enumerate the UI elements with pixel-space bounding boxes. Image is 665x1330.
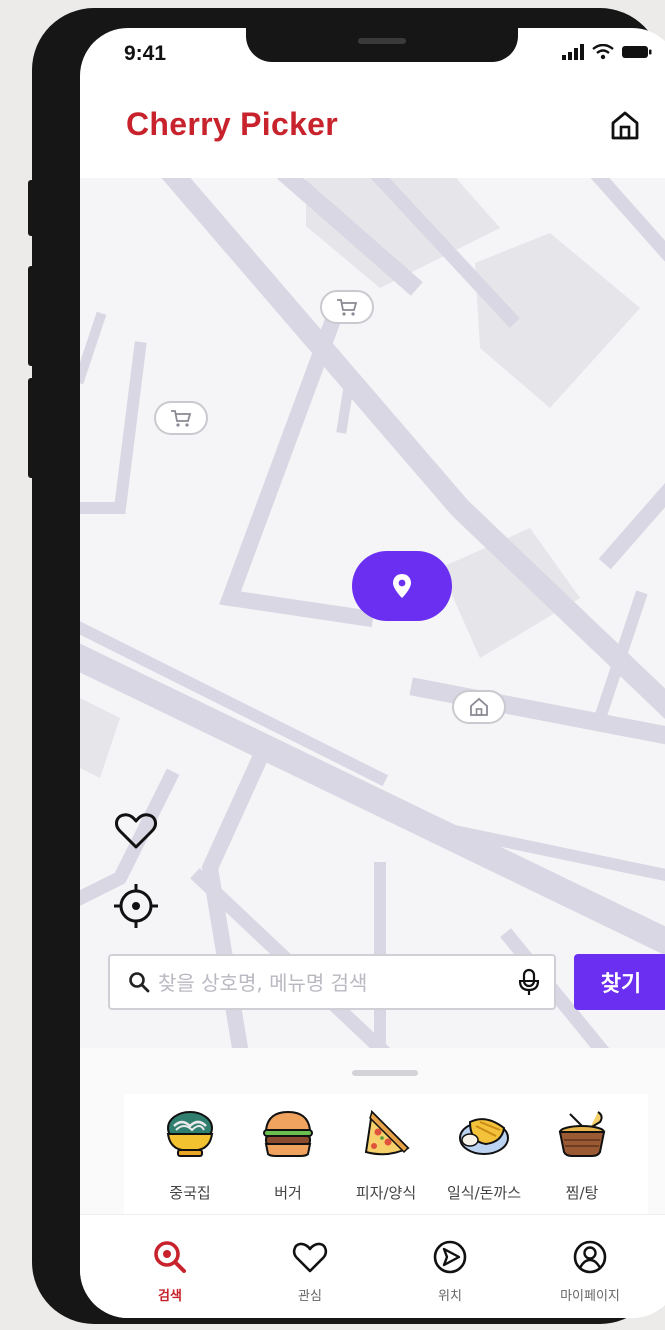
app-header: Cherry Picker: [80, 88, 665, 180]
locate-me-button[interactable]: [112, 882, 160, 930]
category-item-japanese[interactable]: 일식/돈까스: [438, 1094, 530, 1218]
category-item-chinese[interactable]: 중국집: [144, 1094, 236, 1218]
signal-icon: [562, 44, 584, 60]
device-notch: [246, 28, 518, 62]
phone-frame: 9:41 Cherry Picker 찾을 상호명, 메뉴명 검색 찾기 중국집…: [32, 8, 665, 1324]
find-button[interactable]: 찾기: [574, 954, 665, 1010]
category-item-burger[interactable]: 버거: [242, 1094, 334, 1218]
home-icon: [470, 697, 488, 716]
location-pin-icon: [393, 574, 411, 598]
current-location-marker[interactable]: [352, 551, 452, 621]
heart-icon: [292, 1242, 328, 1273]
tab-mypage[interactable]: 마이페이지: [535, 1237, 645, 1318]
tab-label: 마이페이지: [560, 1289, 620, 1304]
cutlet-icon: [459, 1118, 509, 1155]
category-item-stew[interactable]: 찜/탕: [536, 1094, 628, 1218]
app-title: Cherry Picker: [126, 106, 339, 142]
search-input[interactable]: [158, 966, 498, 1000]
category-label: 일식/돈까스: [446, 1184, 522, 1202]
category-label: 피자/양식: [355, 1184, 417, 1202]
heart-icon: [115, 813, 157, 849]
category-sheet: 중국집 버거 피자/양식 일식/돈까스 찜/탕: [80, 1048, 665, 1218]
tab-search[interactable]: 검색: [115, 1237, 225, 1318]
bottom-tab-bar: 검색 관심 위치 마이페이지: [80, 1214, 665, 1318]
search-icon: [154, 1241, 186, 1273]
app-screen: 9:41 Cherry Picker 찾을 상호명, 메뉴명 검색 찾기 중국집…: [80, 28, 665, 1318]
navigation-icon: [433, 1240, 467, 1274]
cart-icon: [337, 299, 358, 316]
burger-icon: [263, 1110, 313, 1157]
tab-label: 검색: [158, 1289, 182, 1304]
cart-icon: [171, 410, 192, 427]
stew-pot-icon: [558, 1111, 606, 1157]
category-label: 중국집: [169, 1184, 211, 1202]
home-icon: [611, 111, 639, 140]
store-marker[interactable]: [154, 401, 208, 435]
crosshair-icon: [114, 884, 158, 928]
search-field: [108, 954, 556, 1010]
category-label: 찜/탕: [565, 1184, 599, 1202]
search-icon: [129, 972, 150, 993]
home-button[interactable]: [606, 106, 644, 144]
tab-label: 관심: [298, 1289, 322, 1304]
tab-favorites[interactable]: 관심: [255, 1237, 365, 1318]
status-time: 9:41: [124, 42, 167, 65]
noodle-bowl-icon: [166, 1111, 214, 1157]
microphone-icon[interactable]: [518, 968, 540, 996]
pizza-icon: [364, 1109, 410, 1156]
map-view[interactable]: 찾기: [80, 178, 665, 1048]
status-icons: [562, 44, 652, 60]
category-list: 중국집 버거 피자/양식 일식/돈까스 찜/탕: [124, 1094, 648, 1218]
tab-location[interactable]: 위치: [395, 1237, 505, 1318]
category-label: 버거: [274, 1184, 302, 1202]
favorite-button[interactable]: [112, 806, 160, 854]
store-marker[interactable]: [320, 290, 374, 324]
battery-icon: [622, 46, 652, 58]
profile-icon: [573, 1240, 607, 1274]
home-marker[interactable]: [452, 690, 506, 724]
wifi-icon: [592, 44, 614, 60]
sheet-handle[interactable]: [352, 1070, 418, 1076]
tab-label: 위치: [438, 1289, 462, 1304]
category-item-pizza[interactable]: 피자/양식: [340, 1094, 432, 1218]
